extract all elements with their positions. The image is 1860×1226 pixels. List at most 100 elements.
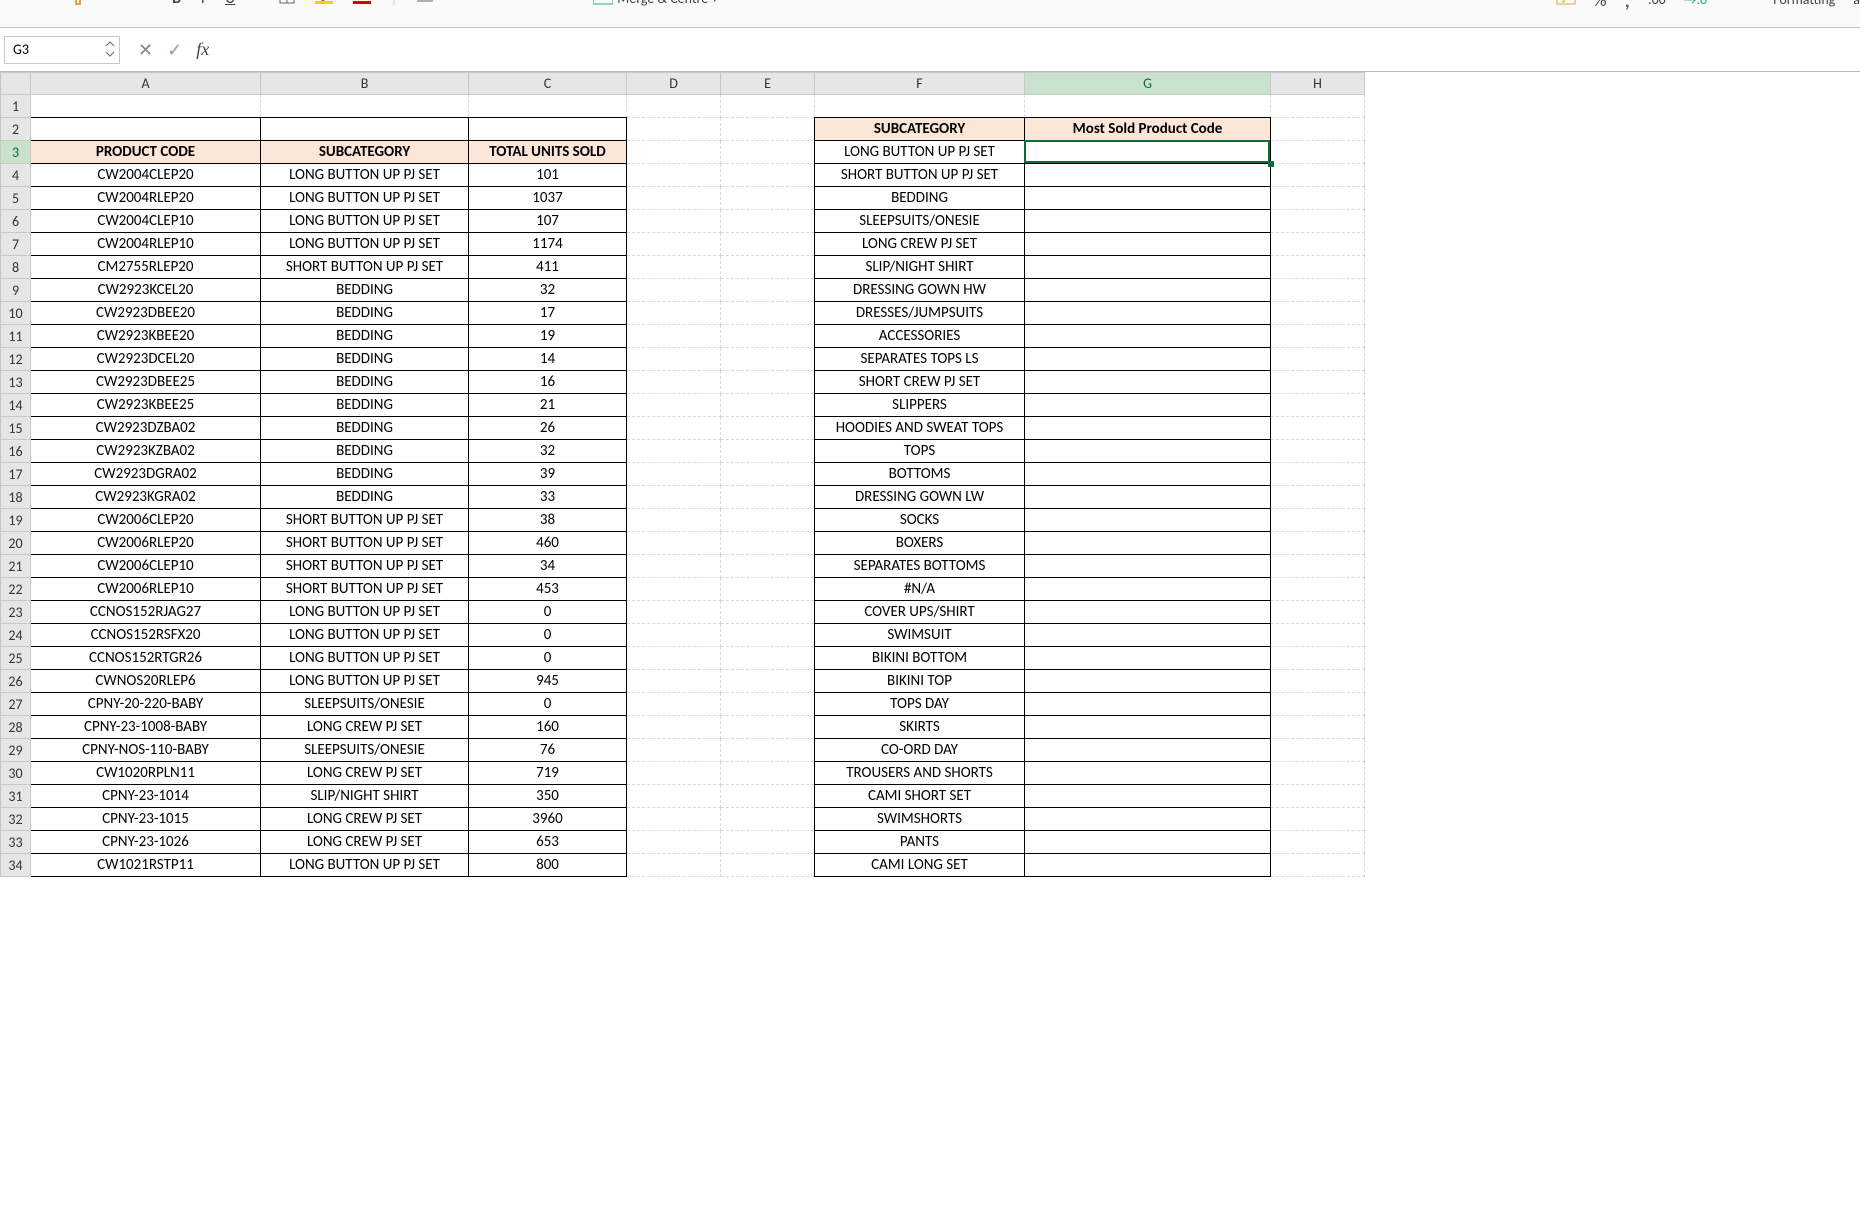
cell[interactable]: DRESSING GOWN HW xyxy=(815,279,1025,302)
cell[interactable]: CAMI SHORT SET xyxy=(815,785,1025,808)
row-header[interactable]: 19 xyxy=(1,509,31,532)
cell[interactable]: CW2923KCEL20 xyxy=(31,279,261,302)
row-header[interactable]: 2 xyxy=(1,118,31,141)
row-header[interactable]: 20 xyxy=(1,532,31,555)
cell[interactable] xyxy=(627,164,721,187)
cell[interactable]: 17 xyxy=(469,302,627,325)
cell[interactable]: CW2923KGRA02 xyxy=(31,486,261,509)
row-header[interactable]: 31 xyxy=(1,785,31,808)
spreadsheet-grid[interactable]: A B C D E F G H 12SUBCATEGORYMost Sold P… xyxy=(0,72,1860,877)
cell[interactable] xyxy=(1025,394,1271,417)
cell[interactable]: PRODUCT CODE xyxy=(31,141,261,164)
cell[interactable] xyxy=(627,371,721,394)
cell[interactable] xyxy=(1025,555,1271,578)
cell[interactable] xyxy=(1271,808,1365,831)
cell[interactable] xyxy=(627,532,721,555)
cell[interactable] xyxy=(31,118,261,141)
row-header[interactable]: 22 xyxy=(1,578,31,601)
col-header-B[interactable]: B xyxy=(261,73,469,95)
cell[interactable] xyxy=(1025,509,1271,532)
cell[interactable]: BEDDING xyxy=(261,371,469,394)
col-header-H[interactable]: H xyxy=(1271,73,1365,95)
cell[interactable]: CW2923DBEE25 xyxy=(31,371,261,394)
cell[interactable] xyxy=(1271,95,1365,118)
cell[interactable]: TOPS DAY xyxy=(815,693,1025,716)
cell[interactable]: CPNY-23-1008-BABY xyxy=(31,716,261,739)
cell[interactable]: LONG CREW PJ SET xyxy=(261,716,469,739)
cell[interactable]: DRESSING GOWN LW xyxy=(815,486,1025,509)
cell[interactable]: CW2004RLEP10 xyxy=(31,233,261,256)
cell[interactable] xyxy=(1271,854,1365,877)
cell[interactable] xyxy=(627,486,721,509)
cell[interactable] xyxy=(721,578,815,601)
cell[interactable]: 0 xyxy=(469,693,627,716)
cell[interactable]: LONG CREW PJ SET xyxy=(261,831,469,854)
cell[interactable] xyxy=(721,532,815,555)
cell[interactable]: LONG BUTTON UP PJ SET xyxy=(261,210,469,233)
cell[interactable] xyxy=(1025,440,1271,463)
cell[interactable]: 411 xyxy=(469,256,627,279)
cell[interactable] xyxy=(815,95,1025,118)
cell[interactable]: BIKINI TOP xyxy=(815,670,1025,693)
row-header[interactable]: 27 xyxy=(1,693,31,716)
cell[interactable] xyxy=(261,118,469,141)
cell[interactable] xyxy=(721,440,815,463)
cell[interactable] xyxy=(1025,739,1271,762)
cell[interactable] xyxy=(1025,348,1271,371)
cell[interactable] xyxy=(1271,785,1365,808)
cell[interactable]: 38 xyxy=(469,509,627,532)
cell[interactable] xyxy=(1271,624,1365,647)
font-color-icon[interactable]: A xyxy=(353,0,371,8)
cell[interactable] xyxy=(1271,739,1365,762)
cell[interactable] xyxy=(627,647,721,670)
cell[interactable] xyxy=(721,95,815,118)
row-header[interactable]: 14 xyxy=(1,394,31,417)
row-header[interactable]: 18 xyxy=(1,486,31,509)
cell[interactable]: SHORT BUTTON UP PJ SET xyxy=(261,532,469,555)
row-header[interactable]: 3 xyxy=(1,141,31,164)
cell[interactable] xyxy=(627,440,721,463)
cell[interactable] xyxy=(721,808,815,831)
cell[interactable]: LONG BUTTON UP PJ SET xyxy=(261,187,469,210)
cell[interactable] xyxy=(721,785,815,808)
col-header-G[interactable]: G xyxy=(1025,73,1271,95)
cell[interactable] xyxy=(627,601,721,624)
cell[interactable] xyxy=(1025,233,1271,256)
cell[interactable] xyxy=(1025,371,1271,394)
cell[interactable] xyxy=(1271,670,1365,693)
row-header[interactable]: 8 xyxy=(1,256,31,279)
cell[interactable] xyxy=(1271,555,1365,578)
cell[interactable] xyxy=(1271,532,1365,555)
cell[interactable]: SHORT BUTTON UP PJ SET xyxy=(815,164,1025,187)
cell[interactable]: SLIP/NIGHT SHIRT xyxy=(815,256,1025,279)
row-header[interactable]: 17 xyxy=(1,463,31,486)
row-header[interactable]: 1 xyxy=(1,95,31,118)
cell[interactable] xyxy=(721,210,815,233)
cell[interactable]: 0 xyxy=(469,601,627,624)
cell[interactable] xyxy=(1025,417,1271,440)
cell[interactable]: HOODIES AND SWEAT TOPS xyxy=(815,417,1025,440)
cell[interactable]: BEDDING xyxy=(261,394,469,417)
cell[interactable]: CW2006RLEP20 xyxy=(31,532,261,555)
cell[interactable] xyxy=(627,831,721,854)
col-header-D[interactable]: D xyxy=(627,73,721,95)
cell[interactable]: LONG BUTTON UP PJ SET xyxy=(261,647,469,670)
currency-icon[interactable]: $ xyxy=(1556,0,1576,11)
cell[interactable] xyxy=(627,762,721,785)
cell[interactable] xyxy=(627,854,721,877)
cell[interactable] xyxy=(1025,302,1271,325)
select-all-corner[interactable] xyxy=(1,73,31,95)
cell[interactable]: SHORT BUTTON UP PJ SET xyxy=(261,509,469,532)
cell[interactable] xyxy=(261,95,469,118)
cell[interactable] xyxy=(721,693,815,716)
cell[interactable] xyxy=(1025,164,1271,187)
cell[interactable] xyxy=(721,233,815,256)
cell[interactable]: SWIMSHORTS xyxy=(815,808,1025,831)
cell[interactable]: BOXERS xyxy=(815,532,1025,555)
cell[interactable]: 21 xyxy=(469,394,627,417)
cell[interactable] xyxy=(721,279,815,302)
cell[interactable] xyxy=(627,279,721,302)
cell[interactable] xyxy=(1025,647,1271,670)
row-header[interactable]: 12 xyxy=(1,348,31,371)
cell[interactable]: BEDDING xyxy=(261,325,469,348)
